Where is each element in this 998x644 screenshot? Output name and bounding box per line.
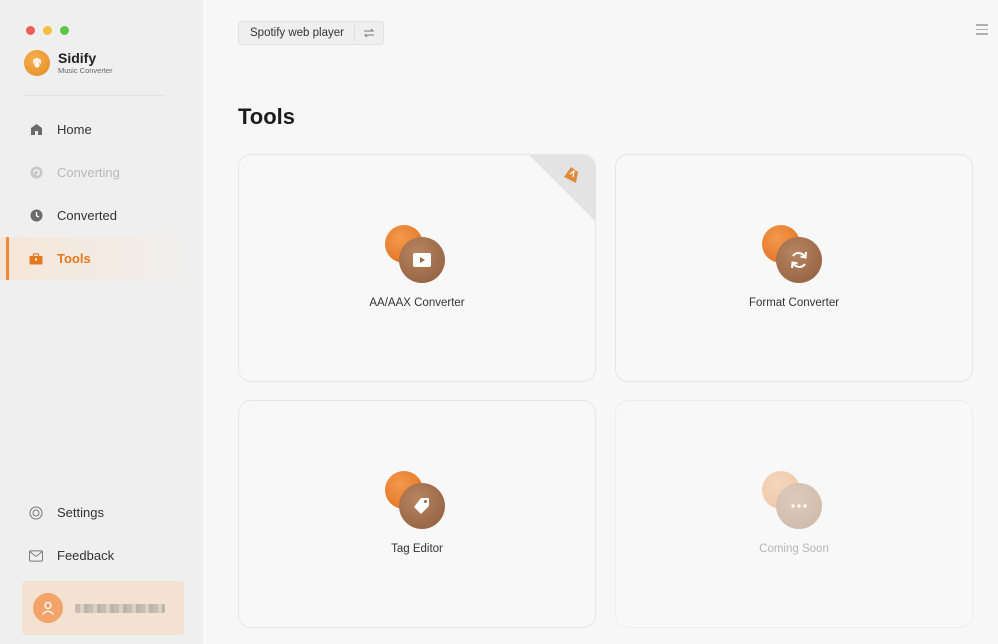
sidify-logo-icon — [24, 50, 50, 76]
sidebar-item-tools[interactable]: Tools — [0, 237, 183, 280]
refresh-icon — [791, 251, 807, 269]
tool-card-format-converter[interactable]: Format Converter — [615, 154, 973, 382]
sidebar-item-label: Converted — [57, 208, 117, 223]
user-account-card[interactable] — [22, 581, 184, 635]
tool-label: Coming Soon — [759, 543, 829, 555]
aa-aax-converter-icon — [385, 225, 449, 283]
sidebar-item-converting[interactable]: Converting — [0, 151, 203, 194]
coming-soon-icon — [762, 471, 826, 529]
window-zoom-button[interactable] — [60, 26, 69, 35]
sidebar-item-label: Converting — [57, 165, 120, 180]
mail-icon — [29, 549, 43, 563]
swap-arrows-icon[interactable] — [355, 28, 383, 38]
tool-label: Format Converter — [748, 297, 840, 309]
format-converter-icon — [762, 225, 826, 283]
more-dots-icon — [791, 504, 807, 508]
gear-icon — [29, 506, 43, 520]
sidebar-bottom-nav: Settings Feedback — [0, 491, 203, 577]
sidebar-item-label: Feedback — [57, 548, 115, 563]
user-name-blurred — [75, 603, 165, 613]
sidebar-item-label: Home — [57, 122, 92, 137]
tool-label: Tag Editor — [391, 543, 443, 555]
window-minimize-button[interactable] — [43, 26, 52, 35]
sidebar-item-label: Tools — [57, 251, 91, 266]
sidebar-item-converted[interactable]: Converted — [0, 194, 203, 237]
toolbox-icon — [29, 252, 43, 266]
tool-label: AA/AAX Converter — [369, 297, 465, 309]
sidebar-item-settings[interactable]: Settings — [0, 491, 203, 534]
source-selector[interactable]: Spotify web player — [238, 21, 384, 45]
sidebar: Sidify Music Converter Home Converting C… — [0, 0, 203, 644]
window-controls — [26, 26, 69, 35]
brand-subtitle: Music Converter — [58, 65, 113, 75]
sidebar-item-label: Settings — [57, 505, 104, 520]
sidebar-item-home[interactable]: Home — [0, 108, 203, 151]
user-avatar-icon — [33, 593, 63, 623]
brand-divider — [24, 95, 164, 96]
page-title: Tools — [238, 104, 296, 129]
new-corner-badge — [529, 155, 595, 221]
hamburger-menu-icon[interactable] — [976, 24, 988, 38]
brand-name: Sidify — [58, 49, 97, 66]
tool-card-tag-editor[interactable]: Tag Editor — [238, 400, 596, 628]
tag-editor-icon — [385, 471, 449, 529]
sidebar-item-feedback[interactable]: Feedback — [0, 534, 203, 577]
play-video-icon — [413, 253, 431, 267]
brand: Sidify Music Converter — [24, 50, 113, 76]
clock-icon — [29, 209, 43, 223]
converting-icon — [29, 166, 43, 180]
window-close-button[interactable] — [26, 26, 35, 35]
tag-icon — [414, 498, 429, 514]
sidebar-nav: Home Converting Converted Tools — [0, 108, 203, 280]
tool-card-coming-soon: Coming Soon — [615, 400, 973, 628]
tool-card-aa-aax-converter[interactable]: AA/AAX Converter — [238, 154, 596, 382]
source-label: Spotify web player — [250, 27, 344, 39]
home-icon — [29, 123, 43, 137]
